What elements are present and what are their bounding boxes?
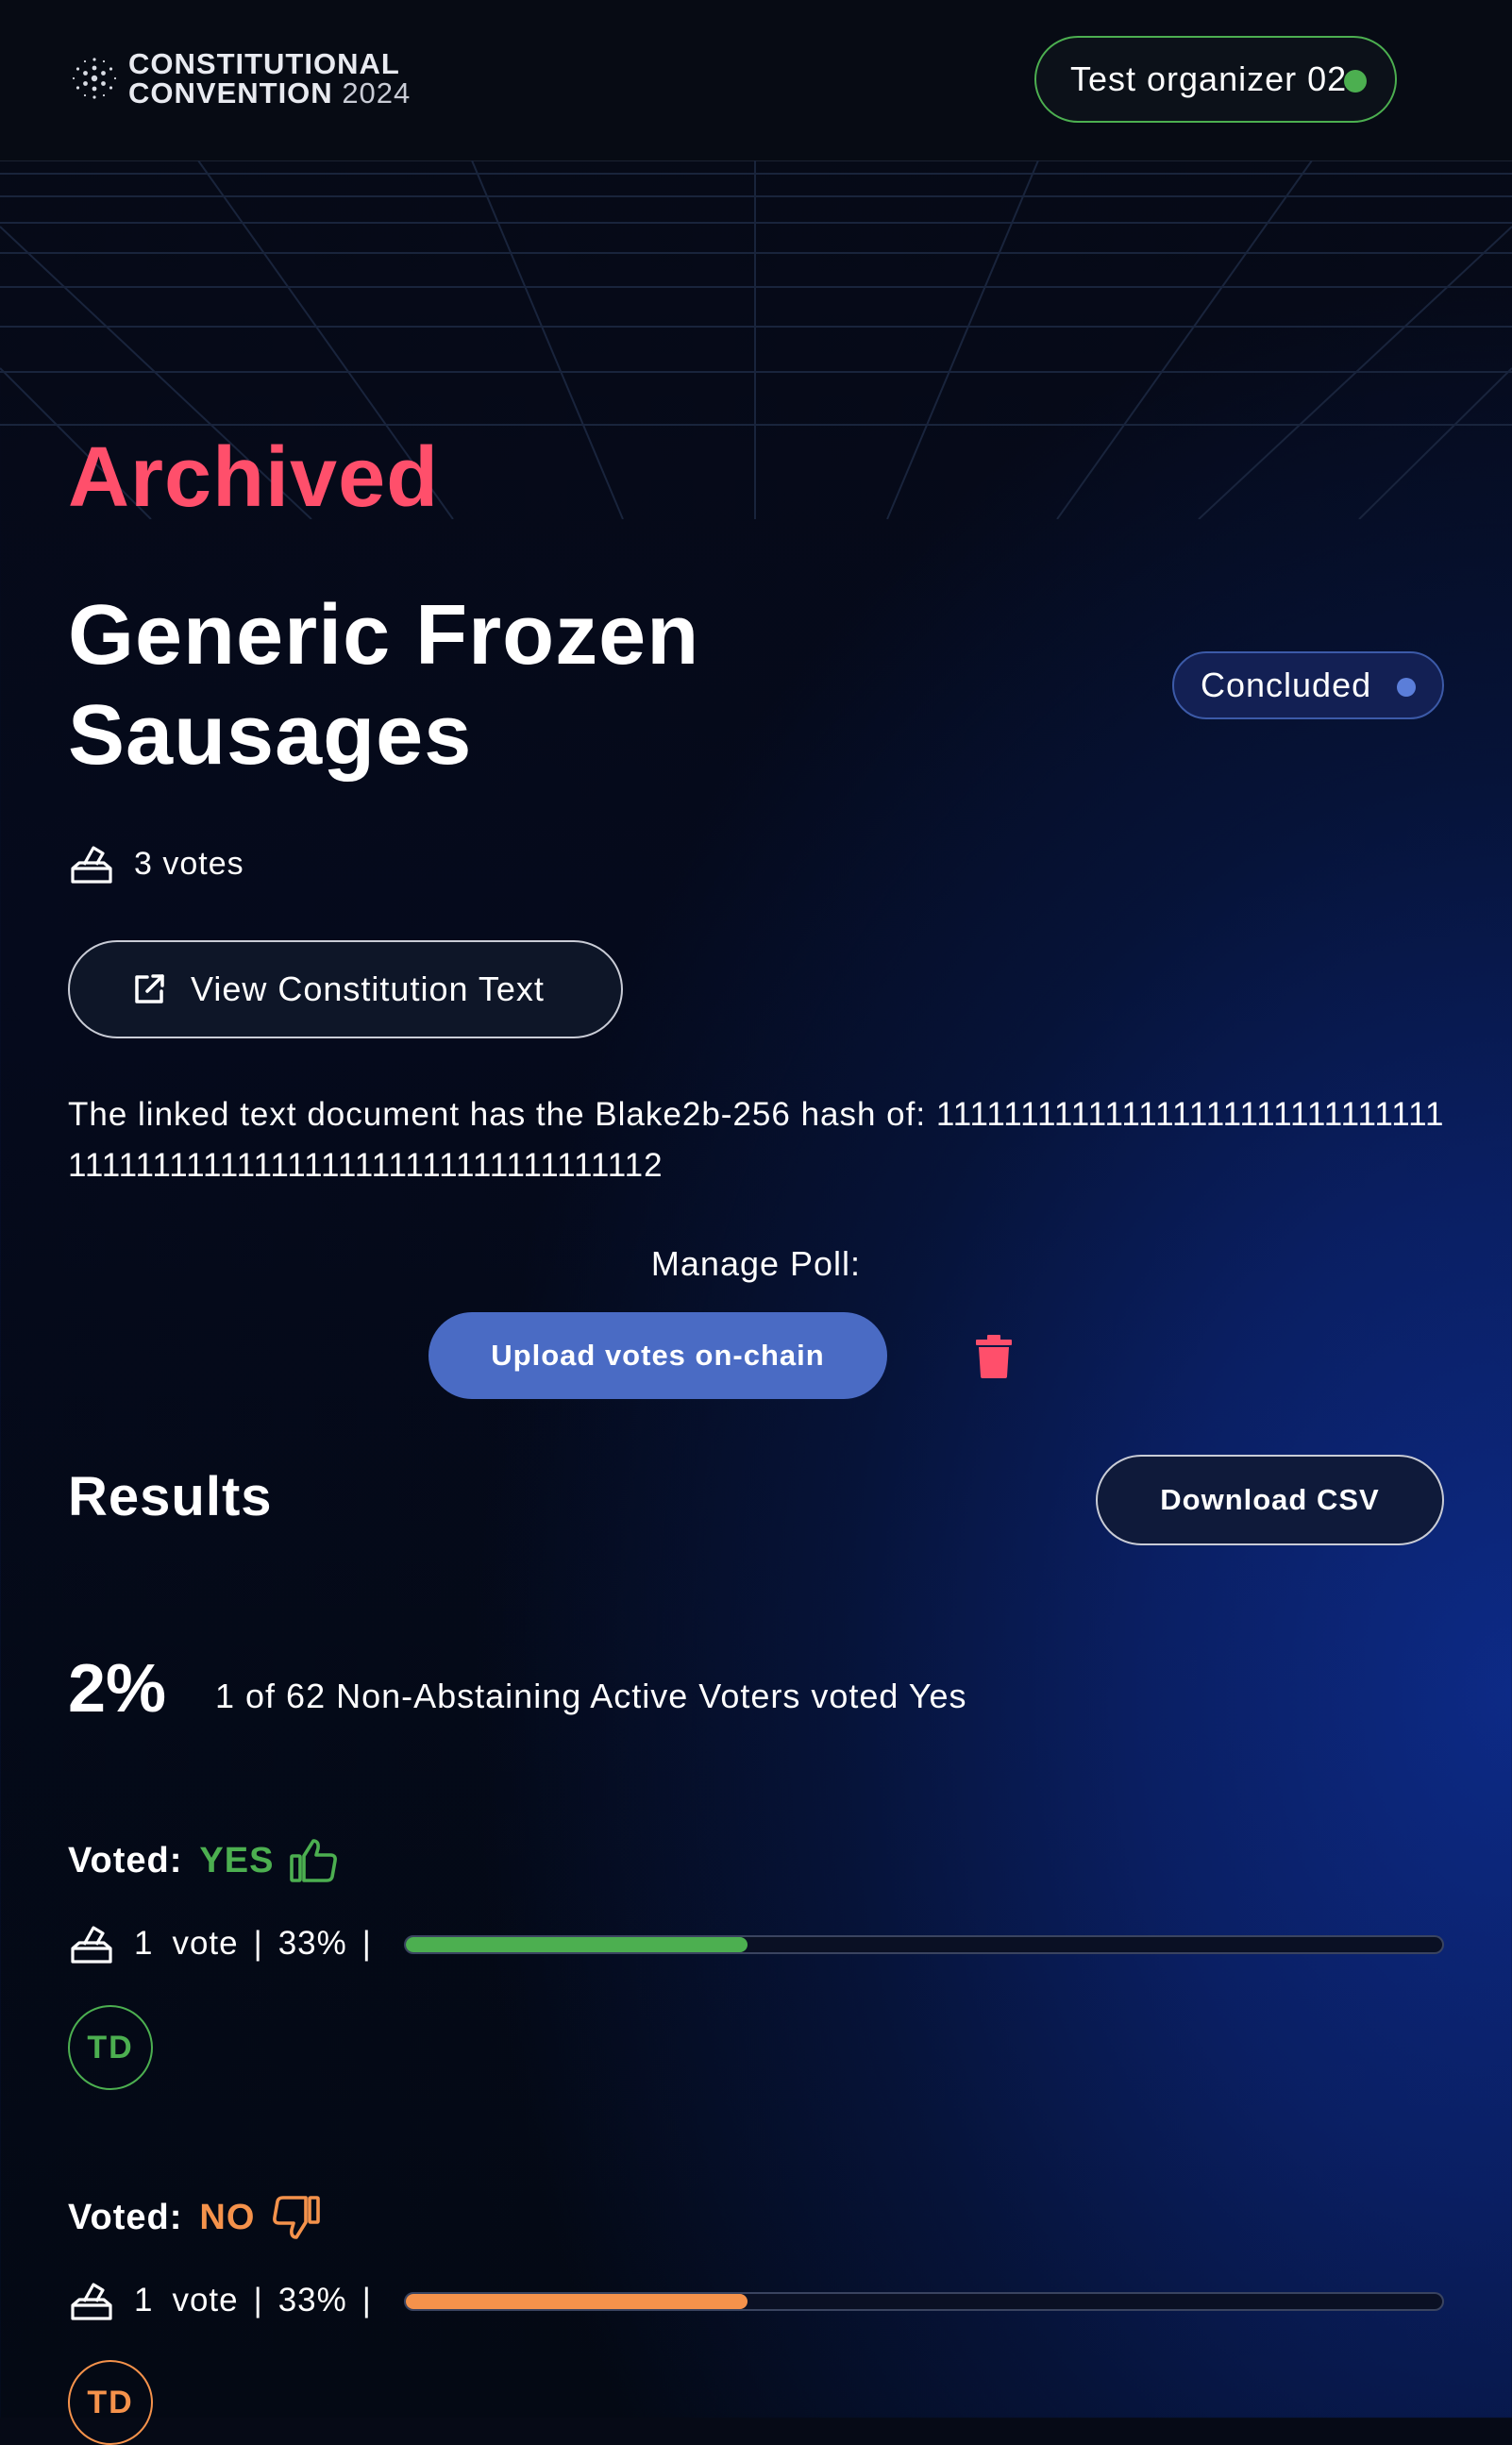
ballot-box-icon (71, 846, 112, 884)
voted-no-heading: Voted: NO (68, 2192, 321, 2243)
results-heading: Results (68, 1466, 273, 1527)
no-vote-stats: 1 vote | 33% | (68, 2277, 387, 2324)
logo-line-1: CONSTITUTIONAL (128, 47, 400, 80)
avatar[interactable]: TD (68, 2005, 153, 2090)
yes-vote-stats: 1 vote | 33% | (68, 1920, 387, 1967)
votes-count-row: 3 votes (68, 840, 244, 887)
trash-icon[interactable] (976, 1335, 1012, 1378)
voted-yes-heading: Voted: YES (68, 1835, 340, 1886)
status-dot (1397, 678, 1416, 697)
no-progress-fill (406, 2294, 748, 2309)
connected-status-dot (1344, 70, 1367, 93)
yes-summary: 1 of 62 Non-Abstaining Active Voters vot… (215, 1677, 967, 1715)
yes-vote-unit: vote (172, 1925, 239, 1962)
thumbs-up-icon (290, 1839, 338, 1882)
poll-title: Generic Frozen Sausages (68, 588, 700, 783)
ballot-box-icon (71, 1926, 112, 1964)
yes-vote-count: 1 (134, 1925, 154, 1962)
hash-description: The linked text document has the Blake2b… (68, 1096, 1445, 1184)
votes-count: 3 votes (134, 845, 244, 882)
view-constitution-text-button[interactable]: View Constitution Text (68, 940, 623, 1038)
yes-percentage: 2% (68, 1651, 167, 1727)
archived-label: Archived (68, 430, 440, 525)
no-vote-percent: 33% (277, 2282, 347, 2319)
cardano-logo-icon (72, 58, 117, 99)
ballot-box-icon (71, 2283, 112, 2320)
manage-poll-label: Manage Poll: (650, 1244, 862, 1283)
logo-line-2: CONVENTION (128, 76, 333, 110)
view-constitution-label: View Constitution Text (191, 970, 545, 1008)
status-badge: Concluded (1172, 651, 1444, 719)
no-vote-unit: vote (172, 2282, 239, 2319)
top-bar: CONSTITUTIONAL CONVENTION 2024 Test orga… (0, 0, 1512, 161)
yes-progress-bar (404, 1935, 1444, 1954)
status-text: Concluded (1201, 666, 1372, 704)
thumbs-down-icon (273, 2196, 321, 2239)
external-link-icon (135, 974, 164, 1003)
download-csv-button[interactable]: Download CSV (1096, 1455, 1444, 1545)
no-vote-count: 1 (134, 2282, 154, 2319)
no-progress-bar (404, 2292, 1444, 2311)
user-name: Test organizer 02 (1070, 59, 1348, 98)
user-account-button[interactable]: Test organizer 02 (1034, 36, 1397, 123)
logo-text: CONSTITUTIONAL CONVENTION 2024 (128, 49, 411, 108)
logo[interactable]: CONSTITUTIONAL CONVENTION 2024 (68, 49, 411, 108)
voted-label: Voted: (68, 2197, 183, 2237)
logo-year: 2024 (342, 76, 412, 110)
voted-yes-value: YES (199, 1840, 275, 1880)
voted-no-value: NO (199, 2197, 256, 2237)
upload-votes-button[interactable]: Upload votes on-chain (428, 1312, 887, 1399)
yes-progress-fill (406, 1937, 748, 1952)
yes-vote-percent: 33% (277, 1925, 347, 1962)
avatar[interactable]: TD (68, 2360, 153, 2445)
voted-label: Voted: (68, 1840, 183, 1880)
